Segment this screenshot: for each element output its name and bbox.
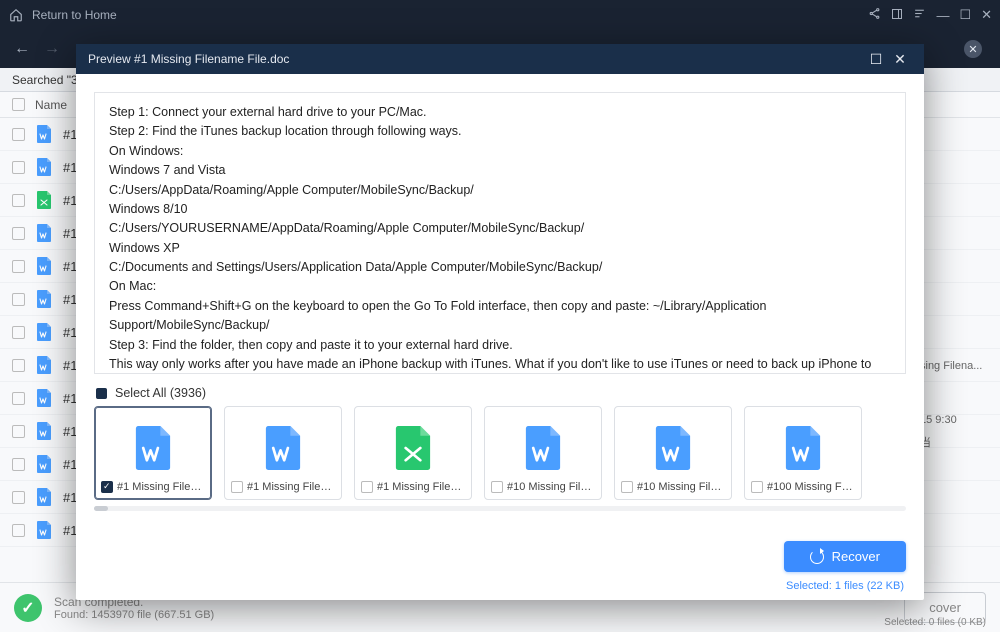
excel-file-icon (35, 189, 53, 211)
word-file-icon (35, 354, 53, 376)
word-file-icon (35, 486, 53, 508)
row-checkbox[interactable] (12, 260, 25, 273)
word-file-icon (35, 255, 53, 277)
word-file-icon (261, 423, 305, 473)
row-checkbox[interactable] (12, 293, 25, 306)
thumb-checkbox[interactable] (101, 481, 113, 493)
excel-file-icon (391, 423, 435, 473)
thumbnails-row: #1 Missing Filenam... #1 Missing Filenam.… (76, 406, 924, 500)
found-count-label: Found: 1453970 file (667.51 GB) (54, 609, 214, 621)
row-checkbox[interactable] (12, 128, 25, 141)
word-file-icon (35, 123, 53, 145)
thumb-checkbox[interactable] (231, 481, 243, 493)
row-checkbox[interactable] (12, 458, 25, 471)
word-file-icon (521, 423, 565, 473)
home-icon[interactable] (8, 7, 24, 23)
thumb-checkbox[interactable] (491, 481, 503, 493)
word-file-icon (781, 423, 825, 473)
word-file-icon (35, 156, 53, 178)
thumb-checkbox[interactable] (751, 481, 763, 493)
row-checkbox[interactable] (12, 194, 25, 207)
forward-arrow-icon[interactable]: → (44, 40, 60, 58)
share-icon[interactable] (868, 7, 881, 23)
word-file-icon (35, 321, 53, 343)
thumb-label: #1 Missing Filenam... (117, 481, 205, 493)
thumb-label: #10 Missing Filena... (507, 481, 595, 493)
thumb-checkbox[interactable] (621, 481, 633, 493)
word-file-icon (35, 222, 53, 244)
select-all-row[interactable]: Select All (3936) (76, 380, 924, 406)
word-file-icon (651, 423, 695, 473)
thumbnail-item[interactable]: #100 Missing Filen... (744, 406, 862, 500)
row-checkbox[interactable] (12, 227, 25, 240)
preview-pane: Step 1: Connect your external hard drive… (94, 92, 906, 374)
select-all-indicator[interactable] (96, 388, 107, 399)
preview-text: Step 1: Connect your external hard drive… (109, 103, 891, 373)
thumbs-scrollbar[interactable] (94, 506, 906, 511)
row-checkbox[interactable] (12, 161, 25, 174)
word-file-icon (35, 453, 53, 475)
right-peek: sing Filena... 15 9:30 当 (920, 360, 990, 454)
modal-selected-status: Selected: 1 files (22 KB) (76, 578, 924, 600)
select-all-checkbox[interactable] (12, 98, 25, 111)
recover-button[interactable]: Recover (784, 541, 906, 572)
thumb-label: #100 Missing Filen... (767, 481, 855, 493)
recover-label: Recover (832, 549, 880, 564)
thumbnail-item[interactable]: #1 Missing Filenam... (94, 406, 212, 500)
thumb-label: #1 Missing Filenam... (247, 481, 335, 493)
word-file-icon (131, 423, 175, 473)
row-checkbox[interactable] (12, 524, 25, 537)
word-file-icon (35, 288, 53, 310)
modal-close-icon[interactable]: ✕ (888, 51, 912, 68)
minimize-icon[interactable]: — (936, 8, 949, 23)
row-checkbox[interactable] (12, 491, 25, 504)
thumb-label: #1 Missing Filenam... (377, 481, 465, 493)
panel-icon[interactable] (891, 8, 903, 23)
selected-count-bg: Selected: 0 files (0 KB) (884, 617, 986, 628)
row-checkbox[interactable] (12, 359, 25, 372)
back-arrow-icon[interactable]: ← (14, 40, 30, 58)
thumb-checkbox[interactable] (361, 481, 373, 493)
thumbnail-item[interactable]: #10 Missing Filena... (614, 406, 732, 500)
titlebar: Return to Home — ☐ ✕ (0, 0, 1000, 30)
recover-icon (810, 550, 824, 564)
modal-title: Preview #1 Missing Filename File.doc (88, 52, 289, 66)
thumb-label: #10 Missing Filena... (637, 481, 725, 493)
select-all-label: Select All (3936) (115, 386, 206, 400)
maximize-icon[interactable]: ☐ (959, 7, 971, 23)
menu-icon[interactable] (913, 7, 926, 23)
modal-maximize-icon[interactable]: ☐ (864, 51, 888, 68)
thumbnail-item[interactable]: #10 Missing Filena... (484, 406, 602, 500)
clear-search-icon[interactable]: ✕ (964, 40, 982, 58)
name-column-header[interactable]: Name (35, 98, 67, 112)
return-home-link[interactable]: Return to Home (32, 8, 117, 22)
word-file-icon (35, 387, 53, 409)
thumbnail-item[interactable]: #1 Missing Filenam... (224, 406, 342, 500)
row-checkbox[interactable] (12, 392, 25, 405)
row-checkbox[interactable] (12, 425, 25, 438)
thumbnail-item[interactable]: #1 Missing Filenam... (354, 406, 472, 500)
word-file-icon (35, 519, 53, 541)
preview-modal: Preview #1 Missing Filename File.doc ☐ ✕… (76, 44, 924, 600)
word-file-icon (35, 420, 53, 442)
modal-header: Preview #1 Missing Filename File.doc ☐ ✕ (76, 44, 924, 74)
scan-complete-icon: ✓ (14, 594, 42, 622)
row-checkbox[interactable] (12, 326, 25, 339)
preview-scroll[interactable]: Step 1: Connect your external hard drive… (95, 93, 905, 373)
close-window-icon[interactable]: ✕ (981, 7, 992, 23)
